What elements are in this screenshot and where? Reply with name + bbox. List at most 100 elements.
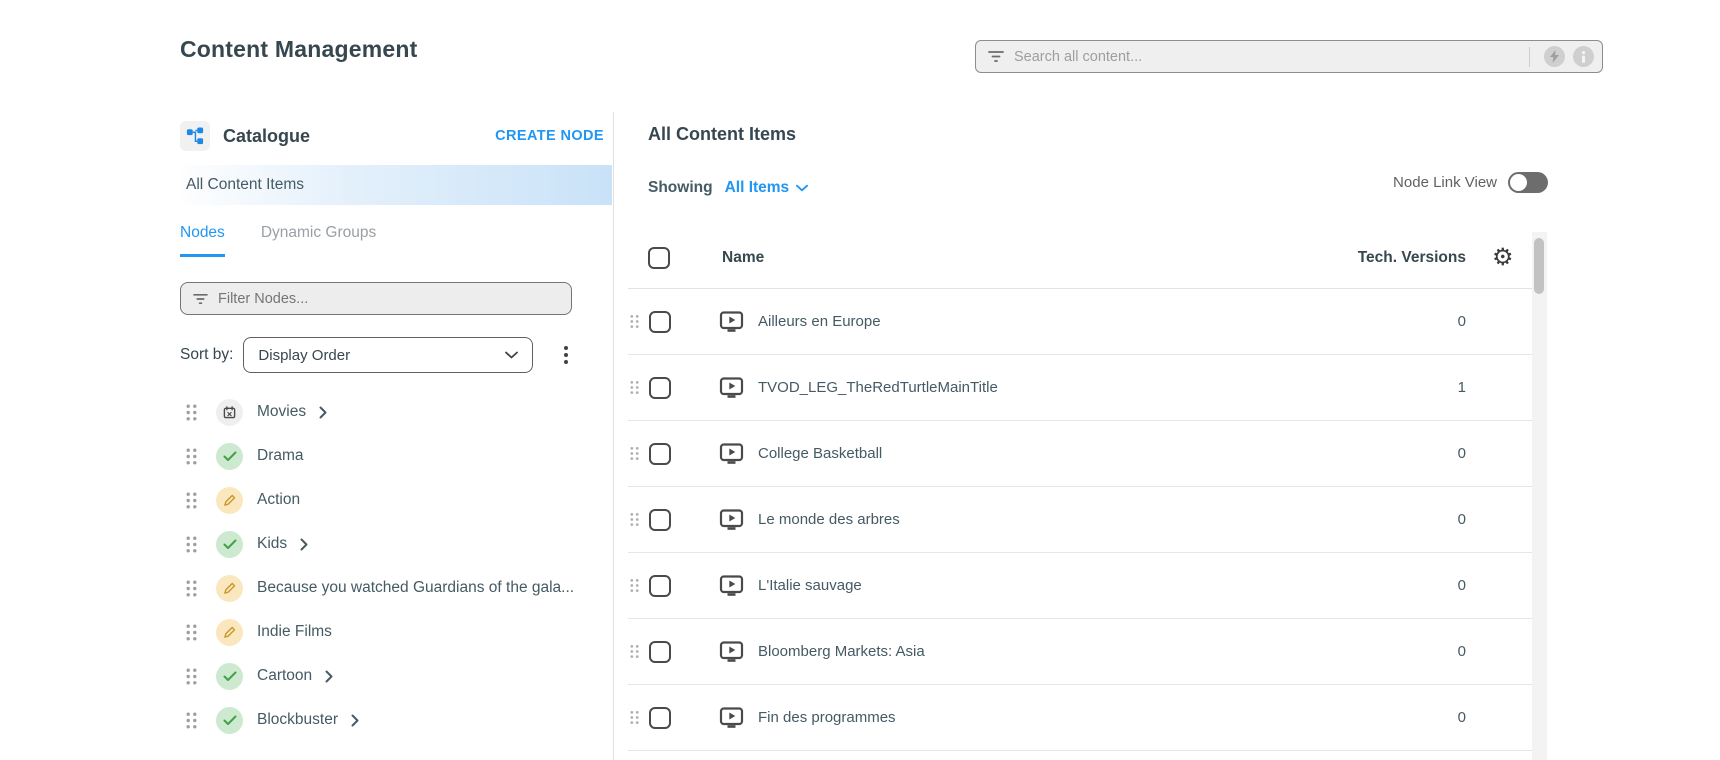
sidebar-node-blockbuster[interactable]: Blockbuster	[180, 698, 612, 742]
node-label: Cartoon	[257, 667, 312, 685]
drag-handle-icon[interactable]	[630, 446, 639, 461]
sidebar-node-cartoon[interactable]: Cartoon	[180, 654, 612, 698]
table-header: Name Tech. Versions ⚙	[628, 227, 1532, 289]
table-row[interactable]: College Basketball 0	[628, 421, 1532, 487]
node-status-icon	[216, 619, 243, 646]
chevron-right-icon	[300, 538, 308, 551]
showing-filter-dropdown[interactable]: All Items	[725, 179, 809, 197]
chevron-down-icon	[505, 351, 518, 359]
video-icon	[719, 377, 744, 399]
drag-handle-icon[interactable]	[186, 404, 197, 421]
table-row[interactable]: Ailleurs en Europe 0	[628, 289, 1532, 355]
page-title: Content Management	[180, 36, 417, 63]
lightning-icon[interactable]	[1544, 46, 1565, 67]
table-row[interactable]: Le monde des arbres 0	[628, 487, 1532, 553]
sidebar-node-because-you-watched-guardians-of-the-gala[interactable]: Because you watched Guardians of the gal…	[180, 566, 612, 610]
select-all-checkbox[interactable]	[648, 247, 670, 269]
drag-handle-icon[interactable]	[186, 492, 197, 509]
row-name: Ailleurs en Europe	[758, 313, 1360, 330]
sort-options-menu-icon[interactable]	[564, 346, 568, 364]
row-checkbox[interactable]	[649, 377, 671, 399]
table-row[interactable]: Bloomberg Markets: Asia 0	[628, 619, 1532, 685]
drag-handle-icon[interactable]	[186, 580, 197, 597]
info-icon[interactable]	[1573, 46, 1594, 67]
chevron-down-icon	[796, 184, 808, 192]
catalogue-header: Catalogue CREATE NODE	[180, 112, 612, 160]
toggle-knob	[1510, 174, 1527, 191]
content-items-panel: All Content Items Showing All Items Node…	[628, 112, 1548, 751]
table-row[interactable]: L'Italie sauvage 0	[628, 553, 1532, 619]
catalogue-panel: Catalogue CREATE NODE All Content Items …	[180, 112, 612, 742]
sidebar-item-all-content-items[interactable]: All Content Items	[180, 165, 612, 205]
node-status-icon	[216, 707, 243, 734]
global-search-input[interactable]: Search all content...	[975, 40, 1603, 73]
sort-row: Sort by: Display Order	[180, 337, 612, 373]
sidebar-node-kids[interactable]: Kids	[180, 522, 612, 566]
table-row[interactable]: Fin des programmes 0	[628, 685, 1532, 751]
node-label: Kids	[257, 535, 287, 553]
drag-handle-icon[interactable]	[186, 624, 197, 641]
row-checkbox[interactable]	[649, 707, 671, 729]
table-row[interactable]: TVOD_LEG_TheRedTurtleMainTitle 1	[628, 355, 1532, 421]
filter-nodes-input[interactable]: Filter Nodes...	[180, 282, 572, 315]
row-checkbox[interactable]	[649, 443, 671, 465]
table-scrollbar-track[interactable]	[1532, 232, 1547, 760]
drag-handle-icon[interactable]	[630, 380, 639, 395]
sidebar-node-movies[interactable]: Movies	[180, 390, 612, 434]
row-tech-versions: 1	[1360, 379, 1466, 396]
table-body: Ailleurs en Europe 0 TVOD_LEG_TheRedTurt…	[628, 289, 1548, 751]
drag-handle-icon[interactable]	[186, 668, 197, 685]
row-checkbox[interactable]	[649, 575, 671, 597]
tab-nodes[interactable]: Nodes	[180, 224, 225, 257]
row-checkbox[interactable]	[649, 311, 671, 333]
sort-order-select[interactable]: Display Order	[243, 337, 533, 373]
drag-handle-icon[interactable]	[630, 578, 639, 593]
drag-handle-icon[interactable]	[186, 536, 197, 553]
drag-handle-icon[interactable]	[186, 712, 197, 729]
create-node-button[interactable]: CREATE NODE	[495, 128, 604, 144]
row-tech-versions: 0	[1360, 577, 1466, 594]
showing-label: Showing	[648, 179, 713, 197]
column-tech-versions: Tech. Versions	[1356, 249, 1466, 267]
sidebar-node-drama[interactable]: Drama	[180, 434, 612, 478]
chevron-right-icon	[351, 714, 359, 727]
divider	[1529, 47, 1530, 67]
sidebar-node-indie-films[interactable]: Indie Films	[180, 610, 612, 654]
filter-icon	[193, 293, 208, 305]
node-status-icon	[216, 663, 243, 690]
node-link-view-control: Node Link View	[1393, 172, 1548, 193]
row-name: L'Italie sauvage	[758, 577, 1360, 594]
column-name: Name	[722, 249, 1356, 267]
drag-handle-icon[interactable]	[630, 512, 639, 527]
video-icon	[719, 641, 744, 663]
sort-order-value: Display Order	[258, 347, 505, 364]
row-name: College Basketball	[758, 445, 1360, 462]
table-settings-gear-icon[interactable]: ⚙	[1492, 246, 1532, 270]
row-tech-versions: 0	[1360, 313, 1466, 330]
sidebar-node-action[interactable]: Action	[180, 478, 612, 522]
tab-dynamic-groups[interactable]: Dynamic Groups	[261, 224, 376, 257]
drag-handle-icon[interactable]	[630, 710, 639, 725]
row-checkbox[interactable]	[649, 509, 671, 531]
node-link-view-toggle[interactable]	[1508, 172, 1548, 193]
filter-placeholder: Filter Nodes...	[218, 291, 308, 307]
row-tech-versions: 0	[1360, 445, 1466, 462]
row-checkbox[interactable]	[649, 641, 671, 663]
sidebar-tabs: Nodes Dynamic Groups	[180, 224, 612, 257]
video-icon	[719, 707, 744, 729]
video-icon	[719, 443, 744, 465]
node-label: Drama	[257, 447, 304, 465]
node-label: Action	[257, 491, 300, 509]
table-scrollbar-thumb[interactable]	[1534, 238, 1544, 294]
drag-handle-icon[interactable]	[630, 314, 639, 329]
drag-handle-icon[interactable]	[186, 448, 197, 465]
catalogue-title: Catalogue	[223, 126, 495, 147]
content-items-title: All Content Items	[648, 124, 1548, 145]
node-link-view-label: Node Link View	[1393, 174, 1497, 191]
node-label: Indie Films	[257, 623, 332, 641]
catalogue-tree-icon	[180, 121, 210, 151]
row-name: Fin des programmes	[758, 709, 1360, 726]
node-status-icon	[216, 443, 243, 470]
drag-handle-icon[interactable]	[630, 644, 639, 659]
node-status-icon	[216, 531, 243, 558]
